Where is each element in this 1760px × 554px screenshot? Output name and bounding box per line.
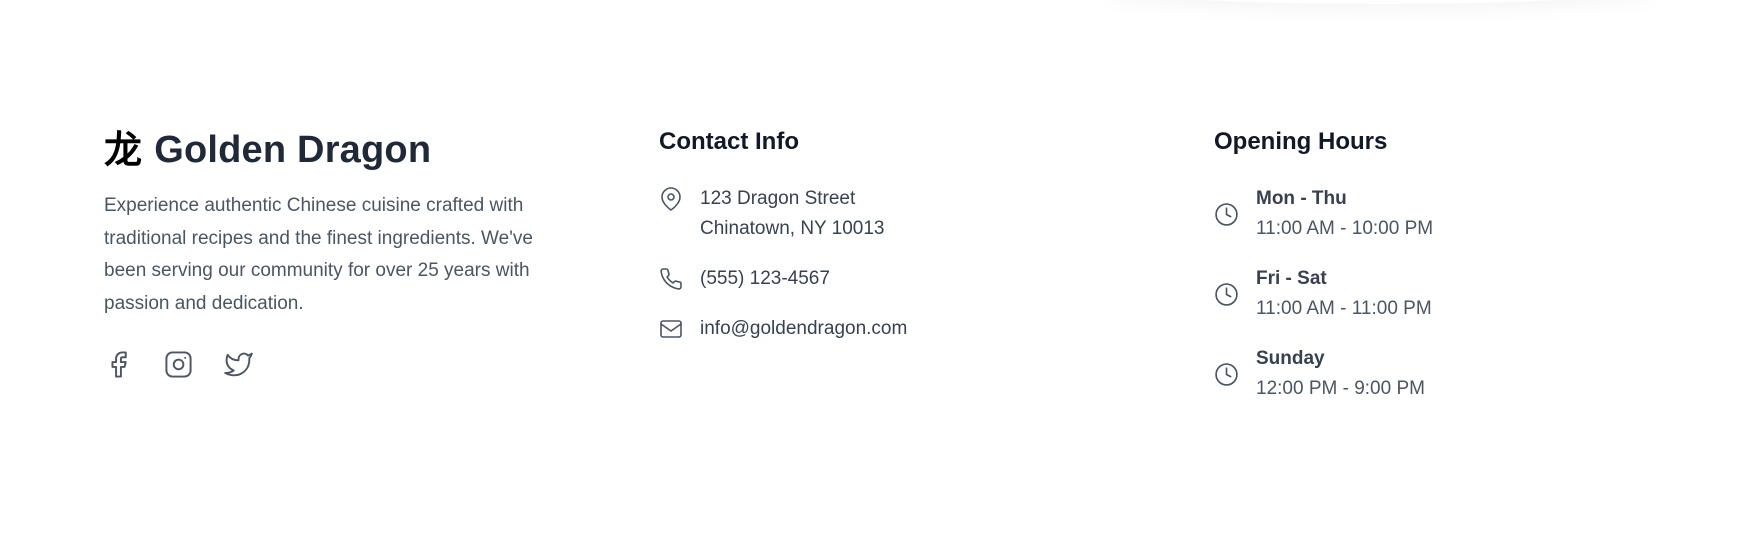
hours-item-fri-sat: Fri - Sat 11:00 AM - 11:00 PM: [1214, 264, 1654, 324]
dragon-glyph-icon: 龙: [104, 128, 143, 172]
hours-time: 12:00 PM - 9:00 PM: [1256, 378, 1425, 399]
phone-number: (555) 123-4567: [700, 268, 830, 289]
email-address: info@goldendragon.com: [700, 318, 908, 339]
hours-list: Mon - Thu 11:00 AM - 10:00 PM Fri - Sat …: [1214, 184, 1654, 404]
brand-column: 龙 Golden Dragon Experience authentic Chi…: [104, 120, 584, 379]
hours-day: Sunday: [1256, 348, 1325, 369]
map-pin-icon: [659, 187, 683, 211]
clock-icon: [1214, 362, 1239, 387]
facebook-link[interactable]: [104, 350, 133, 379]
instagram-link[interactable]: [164, 350, 193, 379]
brand-description: Experience authentic Chinese cuisine cra…: [104, 195, 533, 314]
instagram-icon: [165, 351, 192, 378]
address-line2: Chinatown, NY 10013: [700, 218, 885, 239]
hours-item-sunday: Sunday 12:00 PM - 9:00 PM: [1214, 344, 1654, 404]
contact-list: 123 Dragon Street Chinatown, NY 10013 (5…: [659, 184, 1139, 344]
twitter-link[interactable]: [224, 350, 253, 379]
address-line1: 123 Dragon Street: [700, 188, 856, 209]
hours-text: Mon - Thu 11:00 AM - 10:00 PM: [1256, 184, 1433, 244]
header-shadow: [1100, 0, 1660, 4]
address-text: 123 Dragon Street Chinatown, NY 10013: [700, 184, 885, 244]
contact-column: Contact Info 123 Dragon Street Chinatown…: [659, 120, 1139, 364]
hours-text: Sunday 12:00 PM - 9:00 PM: [1256, 344, 1425, 404]
social-links: [104, 350, 584, 379]
mail-icon: [659, 317, 683, 341]
phone-item[interactable]: (555) 123-4567: [659, 264, 1139, 294]
clock-icon: [1214, 282, 1239, 307]
brand-logo[interactable]: 龙 Golden Dragon: [104, 120, 584, 180]
facebook-icon: [111, 351, 127, 378]
hours-title: Opening Hours: [1214, 128, 1388, 155]
hours-time: 11:00 AM - 11:00 PM: [1256, 298, 1432, 319]
hours-item-mon-thu: Mon - Thu 11:00 AM - 10:00 PM: [1214, 184, 1654, 244]
twitter-icon: [224, 352, 253, 377]
phone-icon: [659, 267, 683, 291]
clock-icon: [1214, 202, 1239, 227]
address-item: 123 Dragon Street Chinatown, NY 10013: [659, 184, 1139, 244]
brand-name: Golden Dragon: [154, 128, 432, 171]
hours-day: Fri - Sat: [1256, 268, 1327, 289]
site-footer: 龙 Golden Dragon Experience authentic Chi…: [104, 120, 1656, 440]
contact-title: Contact Info: [659, 128, 799, 155]
hours-text: Fri - Sat 11:00 AM - 11:00 PM: [1256, 264, 1432, 324]
hours-time: 11:00 AM - 10:00 PM: [1256, 218, 1434, 239]
hours-day: Mon - Thu: [1256, 188, 1347, 209]
email-item[interactable]: info@goldendragon.com: [659, 314, 1139, 344]
hours-column: Opening Hours Mon - Thu 11:00 AM - 10:00…: [1214, 120, 1654, 424]
